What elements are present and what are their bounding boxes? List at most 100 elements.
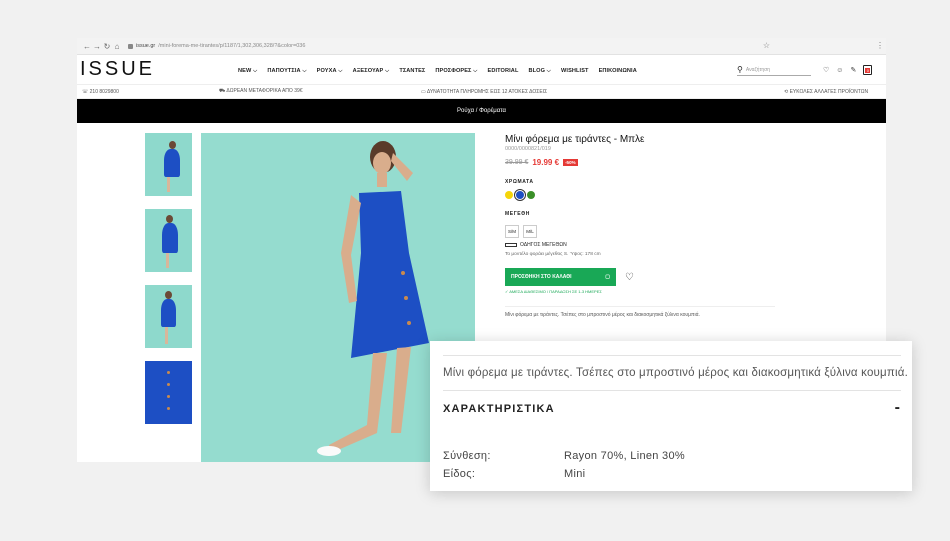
color-swatch-green[interactable] — [527, 191, 535, 199]
size-option-sm[interactable]: S/M — [505, 225, 519, 238]
product-info: Μίνι φόρεμα με τιράντες - Μπλε 0000/0000… — [505, 134, 775, 318]
model-neck — [377, 173, 387, 187]
installments-info: ▭ ΔΥΝΑΤΟΤΗΤΑ ΠΛΗΡΩΜΗΣ ΕΩΣ 12 ΑΤΟΚΕΣ ΔΟΣΕ… — [421, 88, 548, 95]
thumbnail-4[interactable] — [145, 361, 192, 424]
reload-icon[interactable]: ↻ — [102, 42, 112, 51]
model-legs — [165, 327, 168, 344]
button-detail — [167, 407, 170, 410]
browser-menu-icon[interactable]: ⋮ — [876, 41, 884, 50]
spec-label-composition: Σύνθεση: — [443, 450, 491, 462]
wishlist-heart-icon[interactable]: ♡ — [823, 66, 829, 74]
shipping-text: ΔΩΡΕΑΝ ΜΕΤΑΦΟΡΙΚΑ ΑΠΟ 39€ — [226, 88, 303, 94]
cart-count-badge: 0 — [865, 68, 871, 73]
divider — [443, 355, 901, 356]
collapse-toggle[interactable]: - — [895, 399, 900, 417]
thumbnail-2[interactable] — [145, 209, 192, 272]
wishlist-heart-icon[interactable]: ♡ — [625, 272, 634, 283]
color-swatches — [505, 189, 775, 201]
features-section-title[interactable]: ΧΑΡΑΚΤΗΡΙΣΤΙΚΑ — [443, 403, 555, 415]
discount-badge: -50% — [563, 159, 578, 166]
divider — [443, 390, 901, 391]
add-to-cart-label: ΠΡΟΣΘΗΚΗ ΣΤΟ ΚΑΛΑΘΙ — [511, 274, 572, 280]
thumbnail-1[interactable] — [145, 133, 192, 196]
color-swatch-yellow[interactable] — [505, 191, 513, 199]
dress-shape — [162, 223, 178, 253]
model-legs — [167, 177, 170, 192]
add-to-cart-button[interactable]: ΠΡΟΣΘΗΚΗ ΣΤΟ ΚΑΛΑΘΙ ▢ — [505, 268, 616, 286]
search-field[interactable]: ⚲ Αναζήτηση — [737, 64, 811, 76]
add-to-cart-row: ΠΡΟΣΘΗΚΗ ΣΤΟ ΚΑΛΑΘΙ ▢ ♡ — [505, 268, 775, 286]
model-head — [169, 141, 176, 149]
model-face — [373, 152, 391, 174]
product-title: Μίνι φόρεμα με τιράντες - Μπλε — [505, 134, 645, 145]
product-short-description: Μίνι φόρεμα με τιράντες. Τσέπες στο μπρο… — [505, 306, 775, 318]
model-leg-right — [391, 347, 411, 433]
nav-item-new[interactable]: NEW ⌵ — [238, 68, 257, 75]
cart-icon[interactable]: 0 — [863, 65, 873, 75]
nav-item-blog[interactable]: BLOG ⌵ — [528, 68, 551, 75]
model-arm-raised — [391, 153, 413, 181]
main-nav: NEW ⌵ ΠΑΠΟΥΤΣΙΑ ⌵ ΡΟΥΧΑ ⌵ ΑΞΕΣΟΥΑΡ ⌵ ΤΣΑ… — [238, 68, 637, 75]
price-row: 39.99 € 19.99 € -50% — [505, 158, 775, 167]
shopping-bag-icon: ▢ — [605, 274, 610, 280]
search-icon[interactable]: ⚲ — [737, 65, 743, 74]
nav-item-contact[interactable]: ΕΠΙΚΟΙΝΩΝΙΑ — [599, 68, 637, 75]
shipping-info: ⛟ ΔΩΡΕΑΝ ΜΕΤΑΦΟΡΙΚΑ ΑΠΟ 39€ — [219, 88, 303, 94]
info-bar: ☏ 210 8029800 ⛟ ΔΩΡΕΑΝ ΜΕΤΑΦΟΡΙΚΑ ΑΠΟ 39… — [77, 85, 886, 99]
home-icon[interactable]: ⌂ — [112, 42, 122, 51]
size-option-ml[interactable]: M/L — [523, 225, 537, 238]
model-info: Το μοντέλο φοράει μέγεθος S. Ύψος: 178 c… — [505, 252, 601, 257]
button-detail — [167, 371, 170, 374]
model-head — [166, 215, 173, 223]
returns-info: ⟲ ΕΥΚΟΛΕΣ ΑΛΛΑΓΕΣ ΠΡΟΪΟΝΤΩΝ — [784, 88, 869, 95]
nav-item-offers[interactable]: ΠΡΟΣΦΟΡΕΣ ⌵ — [435, 68, 477, 75]
forward-arrow-icon[interactable]: → — [92, 42, 102, 51]
new-price: 19.99 € — [532, 158, 560, 167]
nav-item-wishlist[interactable]: WISHLIST — [561, 68, 589, 75]
sizes-label: ΜΕΓΕΘΗ — [505, 211, 530, 217]
url-host: issue.gr — [136, 43, 156, 49]
phone-info: ☏ 210 8029800 — [82, 88, 119, 95]
model-leg-left — [329, 353, 387, 453]
returns-text: ΕΥΚΟΛΕΣ ΑΛΛΑΓΕΣ ΠΡΟΪΟΝΤΩΝ — [789, 88, 869, 95]
dress-shape — [164, 149, 180, 177]
account-icon[interactable]: ☺ — [836, 67, 843, 74]
model-legs — [166, 253, 169, 268]
thumbnail-3[interactable] — [145, 285, 192, 348]
phone-number: 210 8029800 — [89, 88, 119, 95]
shipping-note: ✓ ΑΜΕΣΑ ΔΙΑΘΕΣΙΜΟ / ΠΑΡΑΔΟΣΗ ΣΕ 1-3 ΗΜΕΡ… — [505, 289, 602, 294]
search-placeholder: Αναζήτηση — [745, 66, 771, 73]
nav-item-shoes[interactable]: ΠΑΠΟΥΤΣΙΑ ⌵ — [267, 68, 306, 75]
bookmark-star-icon[interactable]: ☆ — [763, 41, 770, 50]
spec-value-composition: Rayon 70%, Linen 30% — [564, 450, 685, 462]
button-detail — [167, 383, 170, 386]
dress-button — [401, 271, 405, 275]
nav-item-clothes[interactable]: ΡΟΥΧΑ ⌵ — [317, 68, 343, 75]
site-logo[interactable]: ISSUE — [80, 58, 155, 81]
address-bar[interactable]: issue.gr/mini-forema-me-tirantes/p/1187/… — [128, 43, 305, 49]
size-options: S/M M/L — [505, 225, 775, 238]
back-arrow-icon[interactable]: ← — [82, 42, 92, 51]
nav-item-accessories[interactable]: ΑΞΕΣΟΥΑΡ ⌵ — [353, 68, 390, 75]
lock-icon — [128, 43, 133, 49]
nav-item-editorial[interactable]: EDITORIAL — [488, 68, 519, 75]
spec-label-type: Είδος: — [443, 468, 476, 480]
url-path: /mini-forema-me-tirantes/p/1187/1,302,30… — [158, 43, 306, 49]
edit-pencil-icon[interactable]: ✎ — [850, 66, 856, 74]
browser-toolbar: ← → ↻ ⌂ issue.gr/mini-forema-me-tirantes… — [77, 38, 886, 55]
header-icons: ♡ ☺ ✎ 0 — [823, 65, 873, 75]
spec-value-type: Mini — [564, 468, 586, 480]
color-swatch-blue[interactable] — [514, 189, 526, 201]
nav-item-bags[interactable]: ΤΣΑΝΤΕΣ — [399, 68, 425, 75]
model-head — [165, 291, 172, 299]
dress-button — [407, 321, 411, 325]
button-detail — [167, 395, 170, 398]
zoomed-details-panel: Μίνι φόρεμα με τιράντες. Τσέπες στο μπρο… — [430, 341, 912, 491]
ruler-icon — [505, 243, 517, 247]
dress-shape — [161, 299, 176, 327]
size-guide-link[interactable]: ΟΔΗΓΟΣ ΜΕΓΕΘΩΝ — [505, 242, 775, 248]
product-sku: 0000/0000821/019 — [505, 146, 551, 152]
breadcrumb[interactable]: Ρούχα / Φορέματα — [77, 99, 886, 123]
dress-button — [404, 296, 408, 300]
dress-body — [351, 191, 429, 358]
